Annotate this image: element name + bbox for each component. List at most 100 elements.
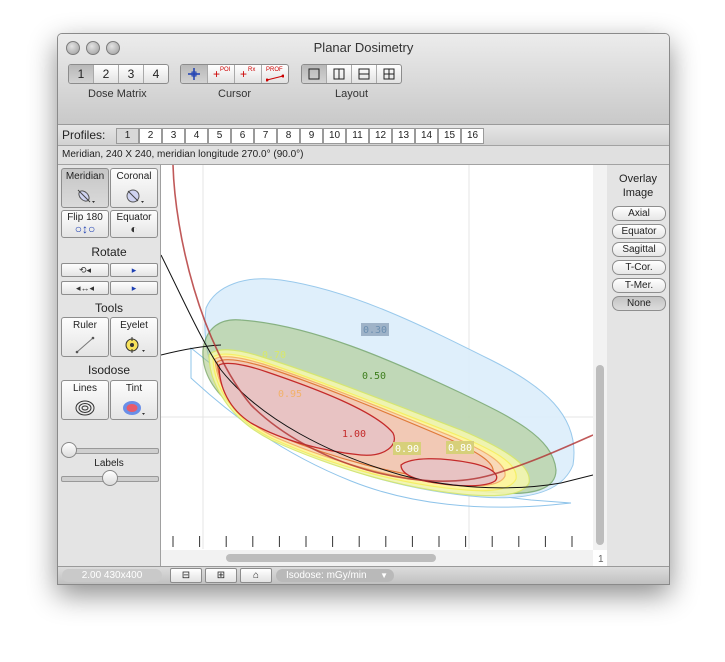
coronal-view-button[interactable]: Coronal	[110, 168, 158, 208]
cursor-poi[interactable]: + POI	[208, 65, 235, 83]
rotate-ccw-button[interactable]: ⟲◂	[61, 263, 109, 277]
profiles-bar: Profiles: 1 2 3 4 5 6 7 8 9 10 11 12 13 14 15 16	[58, 125, 669, 146]
ruler-icon	[75, 336, 95, 354]
profile-button-16[interactable]: 16	[461, 128, 484, 144]
layout-vertical-split[interactable]	[327, 65, 352, 83]
profile-button-15[interactable]: 15	[438, 128, 461, 144]
overlay-option-sagittal[interactable]: Sagittal	[612, 242, 666, 257]
rotate-ccw-icon: ⟲◂	[78, 265, 92, 275]
isodose-section-label: Isodose	[87, 363, 131, 377]
overlay-option-t-mer[interactable]: T-Mer.	[612, 278, 666, 293]
profile-button-1[interactable]: 1	[116, 128, 139, 144]
dose-matrix-3[interactable]: 3	[119, 65, 144, 83]
isodose-plot[interactable]: 0.30 0.50 0.70 0.80 0.90 0.95 1.00 1	[161, 165, 607, 566]
ruler-tool-button[interactable]: Ruler	[61, 317, 109, 357]
play-icon: ▸	[131, 265, 137, 275]
isodose-label-070: 0.70	[262, 350, 286, 361]
overlay-option-t-cor[interactable]: T-Cor.	[612, 260, 666, 275]
cursor-segmented-control: + POI + Rx PROF	[180, 64, 289, 84]
profile-button-12[interactable]: 12	[369, 128, 392, 144]
cursor-crosshair[interactable]	[181, 65, 208, 83]
window-title: Planar Dosimetry	[313, 40, 414, 55]
profile-button-13[interactable]: 13	[392, 128, 415, 144]
isodose-units-popup[interactable]: Isodose: mGy/min ▼	[276, 569, 394, 582]
isodose-label-050: 0.50	[362, 371, 386, 382]
overlay-option-none[interactable]: None	[612, 296, 666, 311]
rotate-play-button-2[interactable]: ▸	[110, 281, 158, 295]
cursor-label: Cursor	[218, 88, 252, 100]
swap-icon: ◂↔◂	[75, 283, 95, 293]
profile-button-3[interactable]: 3	[162, 128, 185, 144]
profile-button-4[interactable]: 4	[185, 128, 208, 144]
profile-button-8[interactable]: 8	[277, 128, 300, 144]
dose-matrix-4[interactable]: 4	[144, 65, 168, 83]
rotate-swap-button[interactable]: ◂↔◂	[61, 281, 109, 295]
cursor-prof[interactable]: PROF	[262, 65, 288, 83]
isodose-label-100: 1.00	[342, 429, 366, 440]
left-tool-panel: Meridian Coronal Flip 180 ○↕○ Equator ◐ …	[58, 165, 161, 566]
layout-vertical-split-icon	[333, 68, 345, 80]
layout-quad[interactable]	[377, 65, 401, 83]
equator-view-button[interactable]: Equator ◐	[110, 210, 158, 238]
meridian-view-button[interactable]: Meridian	[61, 168, 109, 208]
zoom-in-button[interactable]: ⊞	[205, 568, 237, 583]
profile-button-9[interactable]: 9	[300, 128, 323, 144]
labels-slider-knob[interactable]	[102, 470, 118, 486]
vertical-scrollbar-thumb[interactable]	[596, 365, 604, 545]
isodose-label-095: 0.95	[278, 389, 302, 400]
flip-180-button[interactable]: Flip 180 ○↕○	[61, 210, 109, 238]
isodose-label-030: 0.30	[363, 325, 387, 336]
dose-matrix-segmented-control: 1 2 3 4	[68, 64, 169, 84]
popup-arrow-icon: ▼	[380, 571, 388, 580]
layout-segmented-control	[301, 64, 402, 84]
home-button[interactable]: ⌂	[240, 568, 272, 583]
dose-matrix-1[interactable]: 1	[69, 65, 94, 83]
overlay-option-axial[interactable]: Axial	[612, 206, 666, 221]
equator-icon: ◐	[130, 222, 138, 236]
rotate-play-button-1[interactable]: ▸	[110, 263, 158, 277]
profile-button-2[interactable]: 2	[139, 128, 162, 144]
profile-line-icon	[266, 74, 284, 82]
profile-button-7[interactable]: 7	[254, 128, 277, 144]
info-line: Meridian, 240 X 240, meridian longitude …	[58, 146, 669, 165]
isodose-lines-button[interactable]: Lines	[61, 380, 109, 420]
isodose-label-090: 0.90	[395, 444, 419, 455]
horizontal-scrollbar-thumb[interactable]	[226, 554, 436, 562]
labels-slider-label: Labels	[94, 458, 124, 469]
concentric-lines-icon	[75, 400, 95, 416]
layout-single[interactable]	[302, 65, 327, 83]
isodose-slider-knob[interactable]	[61, 442, 77, 458]
overlay-image-title: Overlay Image	[619, 173, 657, 199]
zoom-out-button[interactable]: ⊟	[170, 568, 202, 583]
zoom-readout: 2.00 430x400	[62, 569, 162, 582]
tools-section-label: Tools	[94, 301, 123, 315]
home-icon: ⌂	[252, 570, 260, 581]
profiles-label: Profiles:	[62, 128, 106, 142]
dose-matrix-label: Dose Matrix	[88, 88, 147, 100]
meridian-info-text: Meridian, 240 X 240, meridian longitude …	[62, 149, 304, 160]
profile-button-14[interactable]: 14	[415, 128, 438, 144]
profile-button-5[interactable]: 5	[208, 128, 231, 144]
scroll-page-number: 1	[598, 554, 604, 565]
profile-button-11[interactable]: 11	[346, 128, 369, 144]
dose-plot-area[interactable]: 0.30 0.50 0.70 0.80 0.90 0.95 1.00 1	[161, 165, 608, 566]
coronal-eye-icon	[126, 189, 144, 203]
eyelet-icon	[125, 337, 145, 353]
poi-icon: +	[213, 67, 221, 81]
eyelet-tool-button[interactable]: Eyelet	[110, 317, 158, 357]
profile-button-10[interactable]: 10	[323, 128, 346, 144]
profile-button-6[interactable]: 6	[231, 128, 254, 144]
isodose-tint-button[interactable]: Tint	[110, 380, 158, 420]
cursor-rx[interactable]: + Rx	[235, 65, 262, 83]
layout-label: Layout	[335, 88, 369, 100]
layout-horizontal-split-icon	[358, 68, 370, 80]
rx-icon: +	[240, 67, 248, 81]
tint-icon	[123, 401, 145, 415]
overlay-option-equator[interactable]: Equator	[612, 224, 666, 239]
layout-single-icon	[308, 68, 320, 80]
layout-horizontal-split[interactable]	[352, 65, 377, 83]
layout-quad-icon	[383, 68, 395, 80]
scale-ticks	[172, 536, 573, 547]
dose-matrix-2[interactable]: 2	[94, 65, 119, 83]
play-icon: ▸	[131, 283, 137, 293]
